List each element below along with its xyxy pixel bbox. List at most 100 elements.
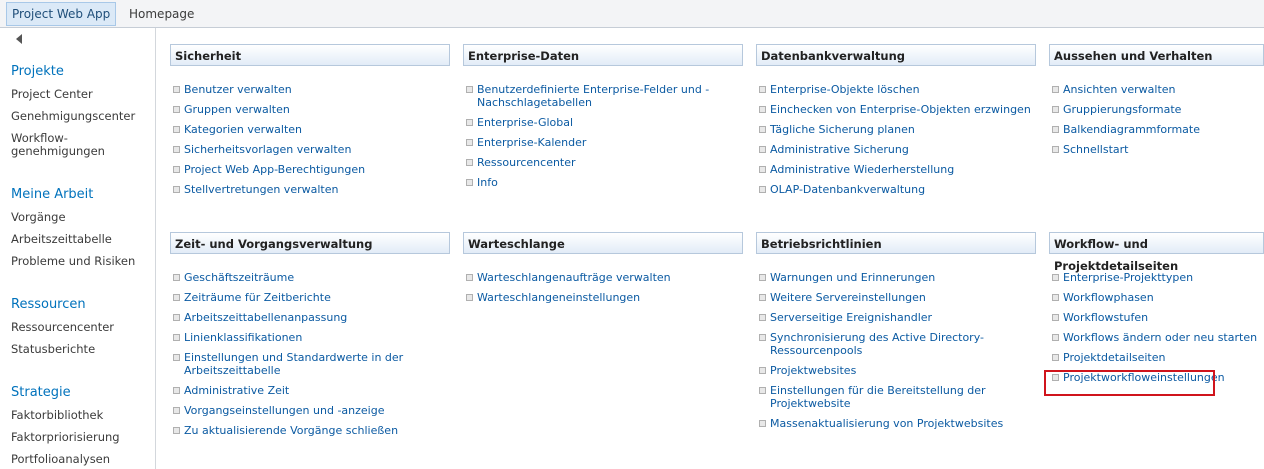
nav-item-statusberichte[interactable]: Statusberichte — [11, 343, 151, 356]
link-text[interactable]: Info — [477, 176, 498, 189]
link-item[interactable]: Schnellstart — [1049, 143, 1264, 156]
link-text[interactable]: Schnellstart — [1063, 143, 1128, 156]
link-item[interactable]: Projektdetailseiten — [1049, 351, 1264, 364]
link-item[interactable]: Info — [463, 176, 753, 189]
link-item[interactable]: Sicherheitsvorlagen verwalten — [170, 143, 460, 156]
link-item[interactable]: Warteschlangenaufträge verwalten — [463, 271, 753, 284]
link-item[interactable]: Projektwebsites — [756, 364, 1046, 377]
nav-item-project-center[interactable]: Project Center — [11, 88, 151, 101]
link-text[interactable]: Benutzerdefinierte Enterprise-Felder und… — [477, 83, 709, 109]
link-item[interactable]: Tägliche Sicherung planen — [756, 123, 1046, 136]
link-item[interactable]: Stellvertretungen verwalten — [170, 183, 460, 196]
link-text[interactable]: Synchronisierung des Active Directory- R… — [770, 331, 984, 357]
link-item[interactable]: Linienklassifikationen — [170, 331, 460, 344]
link-text[interactable]: OLAP-Datenbankverwaltung — [770, 183, 925, 196]
link-text[interactable]: Einchecken von Enterprise-Objekten erzwi… — [770, 103, 1031, 116]
link-text[interactable]: Administrative Sicherung — [770, 143, 909, 156]
link-item[interactable]: Workflowphasen — [1049, 291, 1264, 304]
link-text[interactable]: Administrative Wiederherstellung — [770, 163, 954, 176]
link-item[interactable]: Einstellungen für die Bereitstellung der… — [756, 384, 1046, 410]
nav-item-ressourcencenter[interactable]: Ressourcencenter — [11, 321, 151, 334]
nav-item-portfolioanalysen[interactable]: Portfolioanalysen — [11, 453, 151, 466]
back-arrow-icon[interactable] — [16, 34, 22, 44]
link-text[interactable]: Warnungen und Erinnerungen — [770, 271, 935, 284]
link-item[interactable]: Administrative Wiederherstellung — [756, 163, 1046, 176]
link-text[interactable]: Weitere Servereinstellungen — [770, 291, 926, 304]
link-text[interactable]: Sicherheitsvorlagen verwalten — [184, 143, 351, 156]
nav-heading-meine-arbeit[interactable]: Meine Arbeit — [11, 187, 93, 202]
link-item[interactable]: Administrative Sicherung — [756, 143, 1046, 156]
link-item[interactable]: Vorgangseinstellungen und -anzeige — [170, 404, 460, 417]
link-item[interactable]: Benutzer verwalten — [170, 83, 460, 96]
link-text[interactable]: Workflows ändern oder neu starten — [1063, 331, 1257, 344]
link-text[interactable]: Gruppierungsformate — [1063, 103, 1181, 116]
link-text[interactable]: Ansichten verwalten — [1063, 83, 1176, 96]
nav-item-vorgaenge[interactable]: Vorgänge — [11, 211, 151, 224]
nav-item-arbeitszeittabelle[interactable]: Arbeitszeittabelle — [11, 233, 151, 246]
link-text[interactable]: Benutzer verwalten — [184, 83, 292, 96]
link-item[interactable]: Enterprise-Global — [463, 116, 753, 129]
nav-item-faktorbibliothek[interactable]: Faktorbibliothek — [11, 409, 151, 422]
link-item[interactable]: Workflowstufen — [1049, 311, 1264, 324]
nav-heading-projekte[interactable]: Projekte — [11, 64, 64, 79]
link-item[interactable]: Zeiträume für Zeitberichte — [170, 291, 460, 304]
link-item[interactable]: Weitere Servereinstellungen — [756, 291, 1046, 304]
link-text[interactable]: Tägliche Sicherung planen — [770, 123, 915, 136]
link-text[interactable]: Arbeitszeittabellenanpassung — [184, 311, 347, 324]
nav-item-probleme-risiken[interactable]: Probleme und Risiken — [11, 255, 151, 268]
link-item[interactable]: Einchecken von Enterprise-Objekten erzwi… — [756, 103, 1046, 116]
link-text[interactable]: Massenaktualisierung von Projektwebsites — [770, 417, 1003, 430]
link-text[interactable]: Enterprise-Projekttypen — [1063, 271, 1193, 284]
link-text[interactable]: Projektwebsites — [770, 364, 856, 377]
link-item[interactable]: Geschäftszeiträume — [170, 271, 460, 284]
link-text[interactable]: Workflowphasen — [1063, 291, 1154, 304]
link-item[interactable]: Enterprise-Kalender — [463, 136, 753, 149]
link-text[interactable]: Enterprise-Global — [477, 116, 573, 129]
link-item[interactable]: Zu aktualisierende Vorgänge schließen — [170, 424, 460, 437]
link-item[interactable]: Gruppierungsformate — [1049, 103, 1264, 116]
link-text[interactable]: Zeiträume für Zeitberichte — [184, 291, 331, 304]
link-item[interactable]: Serverseitige Ereignishandler — [756, 311, 1046, 324]
link-text[interactable]: Warteschlangeneinstellungen — [477, 291, 640, 304]
link-text[interactable]: Einstellungen und Standardwerte in der A… — [184, 351, 403, 377]
link-item[interactable]: Massenaktualisierung von Projektwebsites — [756, 417, 1046, 430]
nav-heading-strategie[interactable]: Strategie — [11, 385, 71, 400]
nav-item-workflow-genehmigungen[interactable]: Workflow- genehmigungen — [11, 132, 151, 158]
link-item[interactable]: Balkendiagrammformate — [1049, 123, 1264, 136]
link-text[interactable]: Administrative Zeit — [184, 384, 289, 397]
link-item[interactable]: Warteschlangeneinstellungen — [463, 291, 753, 304]
link-item[interactable]: Benutzerdefinierte Enterprise-Felder und… — [463, 83, 753, 109]
link-text[interactable]: Kategorien verwalten — [184, 123, 302, 136]
link-item[interactable]: Administrative Zeit — [170, 384, 460, 397]
link-item[interactable]: Ansichten verwalten — [1049, 83, 1264, 96]
link-text[interactable]: Stellvertretungen verwalten — [184, 183, 338, 196]
link-text[interactable]: Enterprise-Kalender — [477, 136, 586, 149]
link-text[interactable]: Vorgangseinstellungen und -anzeige — [184, 404, 384, 417]
link-item[interactable]: Project Web App-Berechtigungen — [170, 163, 460, 176]
link-item[interactable]: Ressourcencenter — [463, 156, 753, 169]
link-text[interactable]: Geschäftszeiträume — [184, 271, 294, 284]
link-text[interactable]: Linienklassifikationen — [184, 331, 302, 344]
link-item[interactable]: Enterprise-Projekttypen — [1049, 271, 1264, 284]
link-item[interactable]: Arbeitszeittabellenanpassung — [170, 311, 460, 324]
link-text[interactable]: Balkendiagrammformate — [1063, 123, 1200, 136]
link-text[interactable]: Ressourcencenter — [477, 156, 576, 169]
link-text[interactable]: Warteschlangenaufträge verwalten — [477, 271, 671, 284]
tab-homepage[interactable]: Homepage — [124, 3, 199, 25]
link-item[interactable]: Enterprise-Objekte löschen — [756, 83, 1046, 96]
nav-heading-ressourcen[interactable]: Ressourcen — [11, 297, 86, 312]
link-item[interactable]: Kategorien verwalten — [170, 123, 460, 136]
link-text[interactable]: Zu aktualisierende Vorgänge schließen — [184, 424, 398, 437]
link-item[interactable]: Workflows ändern oder neu starten — [1049, 331, 1264, 344]
link-item[interactable]: Warnungen und Erinnerungen — [756, 271, 1046, 284]
link-text[interactable]: Workflowstufen — [1063, 311, 1148, 324]
link-item[interactable]: Gruppen verwalten — [170, 103, 460, 116]
link-text[interactable]: Gruppen verwalten — [184, 103, 290, 116]
link-text[interactable]: Project Web App-Berechtigungen — [184, 163, 365, 176]
link-text[interactable]: Enterprise-Objekte löschen — [770, 83, 920, 96]
nav-item-faktorpriorisierung[interactable]: Faktorpriorisierung — [11, 431, 151, 444]
nav-item-genehmigungscenter[interactable]: Genehmigungscenter — [11, 110, 151, 123]
link-item[interactable]: Synchronisierung des Active Directory- R… — [756, 331, 1046, 357]
tab-project-web-app[interactable]: Project Web App — [6, 2, 117, 26]
link-text[interactable]: Serverseitige Ereignishandler — [770, 311, 932, 324]
